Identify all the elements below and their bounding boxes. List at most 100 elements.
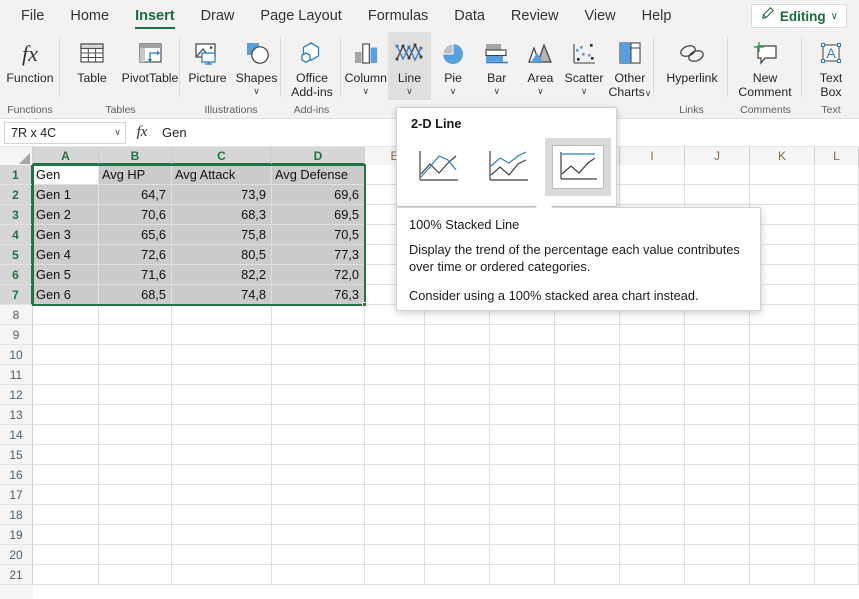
cell-empty[interactable] [620,445,685,465]
cell-empty[interactable] [815,365,859,385]
cell-empty[interactable] [490,525,555,545]
cell-empty[interactable] [33,385,99,405]
cell-empty[interactable] [815,245,859,265]
row-header-4[interactable]: 4 [0,225,33,245]
column-header-b[interactable]: B [99,147,172,165]
cell-empty[interactable] [685,385,750,405]
cell-empty[interactable] [685,365,750,385]
cell-d7[interactable]: 76,3 [272,285,365,305]
cell-empty[interactable] [272,385,365,405]
other-charts-button[interactable]: Other Charts∨ [606,32,654,100]
cell-empty[interactable] [815,305,859,325]
column-header-d[interactable]: D [272,147,365,165]
column-header-c[interactable]: C [172,147,272,165]
column-header-j[interactable]: J [685,147,750,165]
cell-empty[interactable] [272,405,365,425]
shapes-button[interactable]: Shapes ∨ [232,32,281,100]
cell-b2[interactable]: 64,7 [99,185,172,205]
line-chart-button[interactable]: Line ∨ [388,32,432,100]
cell-empty[interactable] [425,385,490,405]
cell-empty[interactable] [272,545,365,565]
cell-empty[interactable] [750,425,815,445]
cell-empty[interactable] [750,345,815,365]
row-header-16[interactable]: 16 [0,465,33,485]
cell-empty[interactable] [365,485,425,505]
cell-empty[interactable] [33,405,99,425]
hyperlink-button[interactable]: Hyperlink [663,32,721,100]
cell-empty[interactable] [620,325,685,345]
cell-empty[interactable] [750,325,815,345]
cell-a7[interactable]: Gen 6 [33,285,99,305]
cell-empty[interactable] [555,325,620,345]
table-button[interactable]: Table [63,32,121,100]
row-header-19[interactable]: 19 [0,525,33,545]
cell-c4[interactable]: 75,8 [172,225,272,245]
row-header-13[interactable]: 13 [0,405,33,425]
row-header-14[interactable]: 14 [0,425,33,445]
cell-empty[interactable] [272,525,365,545]
cell-empty[interactable] [172,445,272,465]
cell-empty[interactable] [425,325,490,345]
cell-b1[interactable]: Avg HP [99,165,172,185]
cell-empty[interactable] [815,425,859,445]
cell-empty[interactable] [272,565,365,585]
cell-empty[interactable] [750,525,815,545]
cell-empty[interactable] [272,505,365,525]
cell-empty[interactable] [685,485,750,505]
cell-empty[interactable] [815,325,859,345]
cell-empty[interactable] [750,465,815,485]
cell-empty[interactable] [33,525,99,545]
cell-empty[interactable] [685,425,750,445]
cell-c1[interactable]: Avg Attack [172,165,272,185]
editing-mode-button[interactable]: Editing ∨ [751,4,847,28]
cell-empty[interactable] [555,565,620,585]
cell-empty[interactable] [815,545,859,565]
cell-empty[interactable] [272,445,365,465]
cell-empty[interactable] [172,485,272,505]
cell-empty[interactable] [425,545,490,565]
cell-empty[interactable] [172,525,272,545]
cell-empty[interactable] [425,405,490,425]
cell-empty[interactable] [815,265,859,285]
row-header-10[interactable]: 10 [0,345,33,365]
cell-empty[interactable] [815,285,859,305]
cell-empty[interactable] [33,365,99,385]
cell-empty[interactable] [555,485,620,505]
cell-d4[interactable]: 70,5 [272,225,365,245]
cell-empty[interactable] [272,465,365,485]
gallery-item-100-percent-stacked-line[interactable] [545,138,611,196]
cell-empty[interactable] [365,425,425,445]
cell-empty[interactable] [490,425,555,445]
pivottable-button[interactable]: PivotTable [121,32,179,100]
cell-empty[interactable] [685,345,750,365]
cell-d3[interactable]: 69,5 [272,205,365,225]
cell-empty[interactable] [815,165,859,185]
cell-empty[interactable] [750,365,815,385]
cell-empty[interactable] [365,465,425,485]
cell-empty[interactable] [555,405,620,425]
cell-empty[interactable] [365,545,425,565]
cell-empty[interactable] [172,425,272,445]
row-header-18[interactable]: 18 [0,505,33,525]
pie-chart-button[interactable]: Pie ∨ [431,32,475,100]
tab-formulas[interactable]: Formulas [355,0,441,32]
cell-empty[interactable] [172,545,272,565]
tab-home[interactable]: Home [57,0,122,32]
cell-empty[interactable] [99,305,172,325]
cell-empty[interactable] [33,445,99,465]
cell-b4[interactable]: 65,6 [99,225,172,245]
row-header-15[interactable]: 15 [0,445,33,465]
cell-empty[interactable] [172,565,272,585]
cell-empty[interactable] [555,425,620,445]
column-header-l[interactable]: L [815,147,859,165]
cell-empty[interactable] [172,505,272,525]
cell-empty[interactable] [490,505,555,525]
cell-empty[interactable] [555,525,620,545]
row-header-12[interactable]: 12 [0,385,33,405]
cell-empty[interactable] [815,485,859,505]
cell-empty[interactable] [685,185,750,205]
cell-empty[interactable] [685,165,750,185]
cell-empty[interactable] [33,305,99,325]
row-header-20[interactable]: 20 [0,545,33,565]
cell-empty[interactable] [272,345,365,365]
